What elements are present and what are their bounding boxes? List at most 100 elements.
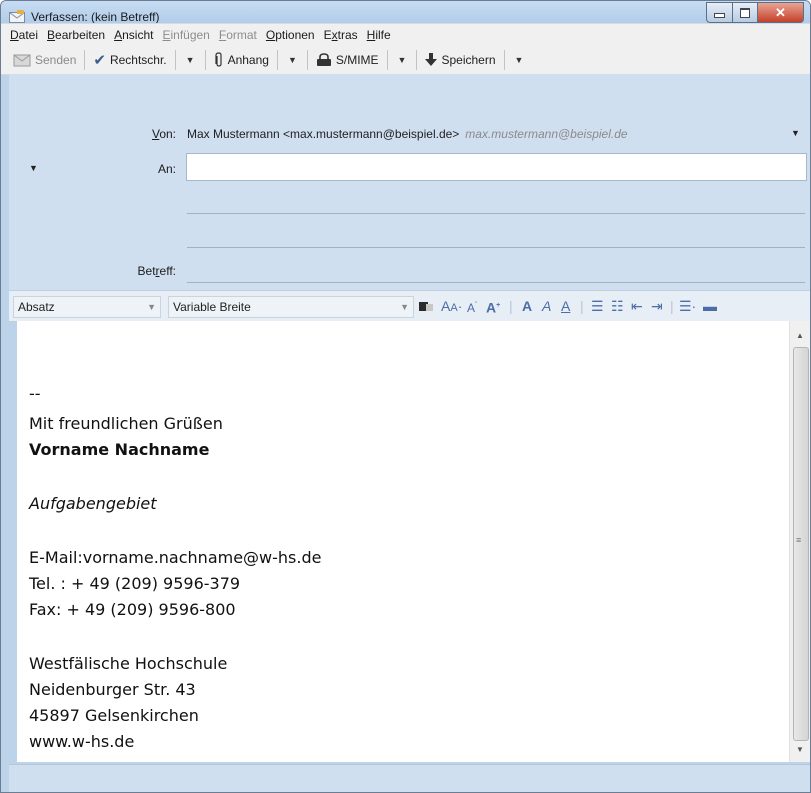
toolbar-separator [503, 49, 505, 70]
menu-bar: Datei Bearbeiten Ansicht Einfügen Format… [1, 23, 810, 46]
menu-hilfe-label: ilfe [375, 28, 391, 42]
close-icon: ✕ [775, 4, 786, 20]
smime-label: S/MIME [335, 52, 379, 67]
paragraph-style-value: Absatz [18, 300, 55, 314]
attach-label: Anhang [227, 52, 269, 67]
format-separator-icon: | [509, 298, 513, 314]
signature-phone: Tel. : + 49 (209) 9596-379 [29, 574, 241, 593]
smime-dropdown-icon[interactable]: ▼ [392, 55, 413, 65]
chevron-down-icon: ▼ [400, 302, 409, 312]
scroll-up-icon[interactable]: ▲ [796, 331, 804, 340]
menu-extras-label: tras [337, 28, 358, 42]
signature-fax: Fax: + 49 (209) 9596-800 [29, 600, 236, 619]
checkmark-icon: ✔ [93, 51, 106, 69]
signature-email: E-Mail:vorname.nachname@w-hs.de [29, 548, 322, 567]
send-button[interactable]: Senden [9, 49, 80, 71]
minimize-button[interactable] [706, 2, 733, 23]
from-label: Von: [111, 127, 176, 141]
signature-name: Vorname Nachname [29, 440, 210, 459]
menu-extras[interactable]: Extras [324, 28, 358, 42]
body-scrollbar[interactable]: ▲ ≡ ▼ [789, 321, 810, 762]
paperclip-icon [214, 51, 222, 67]
menu-optionen[interactable]: Optionen [266, 28, 315, 42]
menu-datei-label: atei [18, 28, 39, 42]
align-icon[interactable]: ☰· [679, 298, 696, 314]
toolbar-separator [276, 49, 278, 70]
toolbar-separator [386, 49, 388, 70]
menu-einfuegen[interactable]: Einfügen [162, 28, 209, 42]
font-value: Variable Breite [173, 300, 251, 314]
to-input[interactable] [186, 153, 807, 181]
toolbar-separator [84, 49, 86, 70]
numbered-list-icon[interactable]: ☷ [611, 298, 624, 314]
toolbar-separator [306, 49, 308, 70]
text-color-icon[interactable] [419, 298, 433, 314]
menu-bearbeiten-label: earbeiten [55, 28, 106, 42]
spellcheck-button[interactable]: ✔ Rechtschr. [89, 49, 170, 71]
format-toolbar: Absatz ▼ Variable Breite ▼ AA· Aˇ A+ | A… [9, 290, 810, 322]
save-dropdown-icon[interactable]: ▼ [509, 55, 530, 65]
menu-hilfe-accel: H [366, 28, 376, 42]
menu-format-label: ormat [226, 28, 257, 42]
message-header-area [9, 74, 810, 290]
menu-optionen-label: ptionen [275, 28, 315, 42]
menu-ansicht-accel: A [114, 28, 123, 42]
maximize-icon [740, 7, 750, 18]
menu-datei-accel: D [10, 28, 19, 42]
signature-greeting: Mit freundlichen Grüßen [29, 414, 223, 433]
recipient-row-2[interactable] [187, 213, 805, 214]
insert-object-icon[interactable]: ▬ [703, 298, 717, 314]
toolbar-separator [416, 49, 418, 70]
paragraph-style-select[interactable]: Absatz ▼ [13, 296, 161, 318]
attach-dropdown-icon[interactable]: ▼ [282, 55, 303, 65]
attach-button[interactable]: Anhang [210, 49, 273, 71]
from-address: Max Mustermann <max.mustermann@beispiel.… [187, 127, 460, 141]
font-select[interactable]: Variable Breite ▼ [168, 296, 414, 318]
from-label-text: on: [159, 127, 176, 141]
to-label: An: [157, 162, 176, 176]
lock-icon [316, 52, 331, 66]
bullet-list-icon[interactable]: ☰ [591, 298, 604, 314]
signature-department: Aufgabengebiet [29, 494, 157, 513]
compose-window: Verfassen: (kein Betreff) ✕ Datei Bearbe… [0, 0, 811, 793]
italic-icon[interactable]: A [542, 298, 551, 314]
toolbar-separator [204, 49, 206, 70]
download-arrow-icon [425, 52, 438, 66]
font-size-icon[interactable]: AA· [441, 298, 462, 316]
subject-input[interactable] [187, 282, 805, 283]
signature-street: Neidenburger Str. 43 [29, 680, 196, 699]
menu-bearbeiten[interactable]: Bearbeiten [47, 28, 105, 42]
save-button[interactable]: Speichern [421, 49, 499, 71]
outdent-icon[interactable]: ⇤ [631, 298, 643, 314]
menu-optionen-accel: O [265, 28, 276, 42]
from-select[interactable]: Max Mustermann <max.mustermann@beispiel.… [187, 127, 628, 141]
maximize-button[interactable] [733, 2, 758, 23]
window-title: Verfassen: (kein Betreff) [31, 10, 160, 24]
menu-datei[interactable]: Datei [10, 28, 38, 42]
spellcheck-dropdown-icon[interactable]: ▼ [180, 55, 201, 65]
increase-font-icon[interactable]: A+ [486, 298, 500, 316]
save-label: Speichern [441, 52, 496, 67]
recipient-type-dropdown-icon[interactable]: ▼ [29, 163, 38, 173]
menu-format[interactable]: Format [219, 28, 257, 42]
smime-button[interactable]: S/MIME [312, 49, 383, 71]
signature-separator: -- [29, 384, 41, 403]
scroll-down-icon[interactable]: ▼ [796, 745, 804, 754]
menu-ansicht[interactable]: Ansicht [114, 28, 153, 42]
bold-icon[interactable]: A [522, 298, 532, 314]
recipient-row-3[interactable] [187, 247, 805, 248]
message-body-editor[interactable]: -- Mit freundlichen Grüßen Vorname Nachn… [17, 321, 789, 762]
status-bar [9, 764, 810, 792]
menu-bearbeiten-accel: B [47, 28, 56, 42]
menu-ansicht-label: nsicht [122, 28, 154, 42]
compose-toolbar: Senden ✔ Rechtschr. ▼ Anhang ▼ S/MIME ▼ [1, 45, 810, 75]
close-button[interactable]: ✕ [758, 2, 804, 23]
underline-icon[interactable]: A [561, 298, 570, 314]
indent-icon[interactable]: ⇥ [651, 298, 663, 314]
subject-label-text: eff: [159, 264, 176, 278]
menu-hilfe[interactable]: Hilfe [367, 28, 391, 42]
from-dropdown-icon[interactable]: ▼ [791, 128, 800, 138]
decrease-font-icon[interactable]: Aˇ [467, 298, 477, 316]
subject-label: Betreff: [101, 264, 176, 278]
format-separator-icon: | [580, 298, 584, 314]
